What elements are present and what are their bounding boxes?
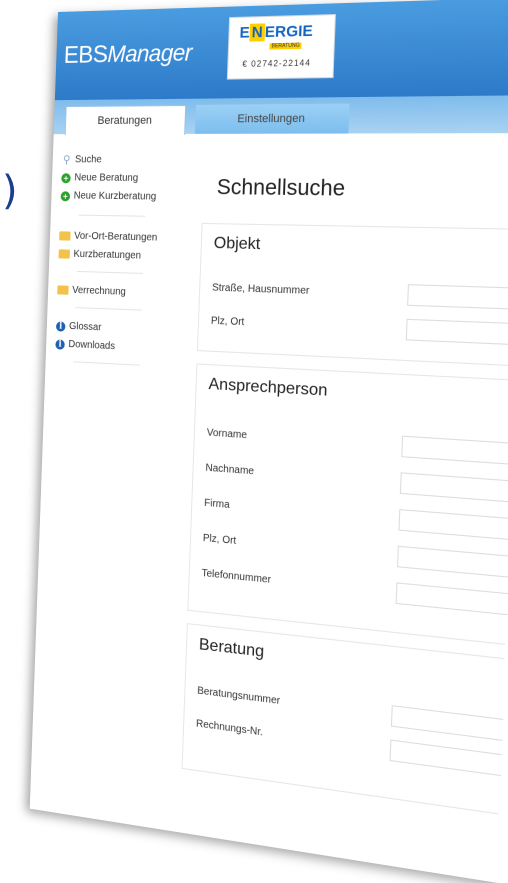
field-label: Plz, Ort — [210, 315, 245, 329]
vorname-input[interactable] — [401, 435, 508, 465]
telefonnummer-input[interactable] — [395, 582, 508, 616]
info-icon: i — [55, 338, 65, 350]
divider — [73, 361, 140, 366]
sidebar-item-label: Neue Kurzberatung — [73, 190, 157, 203]
plz-ort-input[interactable] — [397, 545, 508, 578]
field-label: Straße, Hausnummer — [211, 282, 310, 298]
sidebar-item-verrechnung[interactable]: Verrechnung — [57, 284, 126, 298]
divider — [76, 270, 144, 274]
plus-icon: + — [60, 190, 71, 201]
folder-icon — [58, 249, 70, 259]
energie-logo: ENERGIE BERATUNG € 02742-22144 — [226, 13, 336, 80]
panel-title: Ansprechperson — [208, 375, 328, 400]
logo-word-end: ERGIE — [264, 22, 314, 42]
logo-subtitle: BERATUNG — [269, 42, 302, 50]
divider — [78, 214, 146, 217]
sidebar-item-label: Downloads — [68, 338, 116, 353]
header-bar: EBSManager ENERGIE BERATUNG € 02742-2214… — [54, 0, 508, 101]
folder-icon — [57, 285, 69, 295]
plus-icon: + — [61, 172, 71, 183]
search-icon: ⚲ — [62, 153, 71, 166]
sidebar-item-kurzberatungen[interactable]: Kurzberatungen — [58, 248, 142, 262]
field-label: Nachname — [205, 462, 255, 478]
tab-einstellungen[interactable]: Einstellungen — [195, 103, 350, 134]
sidebar-item-label: Neue Beratung — [74, 172, 139, 184]
logo-phone: € 02742-22144 — [242, 58, 312, 69]
divider — [75, 307, 142, 311]
field-label: Firma — [203, 497, 230, 512]
rechnungs-nr-input[interactable] — [389, 739, 502, 777]
logo-word: ENERGIE — [239, 22, 313, 42]
sidebar: ⚲ Suche + Neue Beratung + Neue Kurzberatung… — [32, 134, 187, 750]
logo-word-mid: N — [249, 23, 266, 42]
panel-title: Objekt — [213, 234, 261, 254]
strasse-input[interactable] — [407, 284, 508, 310]
objekt-panel: Objekt Straße, Hausnummer Plz, Ort — [196, 222, 508, 367]
sidebar-item-label: Glossar — [68, 320, 102, 334]
firma-input[interactable] — [398, 509, 508, 541]
perspective-stage: EBSManager ENERGIE BERATUNG € 02742-2214… — [0, 0, 508, 883]
field-label: Beratungsnummer — [197, 685, 281, 708]
sidebar-item-neue-beratung[interactable]: + Neue Beratung — [61, 172, 138, 184]
field-label: Rechnungs-Nr. — [195, 718, 264, 739]
tab-bar: Beratungen Einstellungen — [53, 95, 508, 136]
brand-name: EBS — [63, 40, 109, 69]
info-icon: i — [55, 320, 66, 332]
sidebar-item-neue-kurzberatung[interactable]: + Neue Kurzberatung — [60, 190, 157, 203]
sidebar-item-vor-ort-beratungen[interactable]: Vor-Ort-Beratungen — [59, 230, 158, 244]
field-label: Telefonnummer — [201, 567, 272, 587]
sidebar-item-label: Verrechnung — [72, 284, 126, 298]
ansprechperson-panel: Ansprechperson Vorname Nachname Firma Pl… — [187, 363, 508, 645]
tab-beratungen[interactable]: Beratungen — [64, 104, 187, 136]
sidebar-item-downloads[interactable]: i Downloads — [55, 338, 115, 352]
sidebar-item-label: Kurzberatungen — [73, 248, 142, 262]
brand-suffix: Manager — [107, 38, 193, 68]
beratung-panel: Beratung Beratungsnummer Rechnungs-Nr. — [181, 623, 505, 815]
sidebar-item-label: Vor-Ort-Beratungen — [73, 230, 158, 244]
panel-title: Beratung — [198, 635, 265, 661]
sidebar-item-label: Suche — [74, 154, 102, 166]
beratungsnummer-input[interactable] — [390, 705, 504, 741]
folder-icon — [59, 231, 71, 241]
field-label: Plz, Ort — [202, 532, 237, 548]
main-content: Schnellsuche Objekt Straße, Hausnummer P… — [171, 133, 508, 883]
page-title: Schnellsuche — [216, 175, 346, 201]
nachname-input[interactable] — [399, 472, 508, 503]
sidebar-item-glossar[interactable]: i Glossar — [55, 320, 102, 334]
plz-ort-input[interactable] — [405, 318, 508, 346]
sidebar-item-suche[interactable]: ⚲ Suche — [62, 153, 102, 166]
app-window: EBSManager ENERGIE BERATUNG € 02742-2214… — [29, 0, 508, 883]
app-logo: EBSManager — [63, 39, 192, 70]
field-label: Vorname — [206, 427, 248, 442]
